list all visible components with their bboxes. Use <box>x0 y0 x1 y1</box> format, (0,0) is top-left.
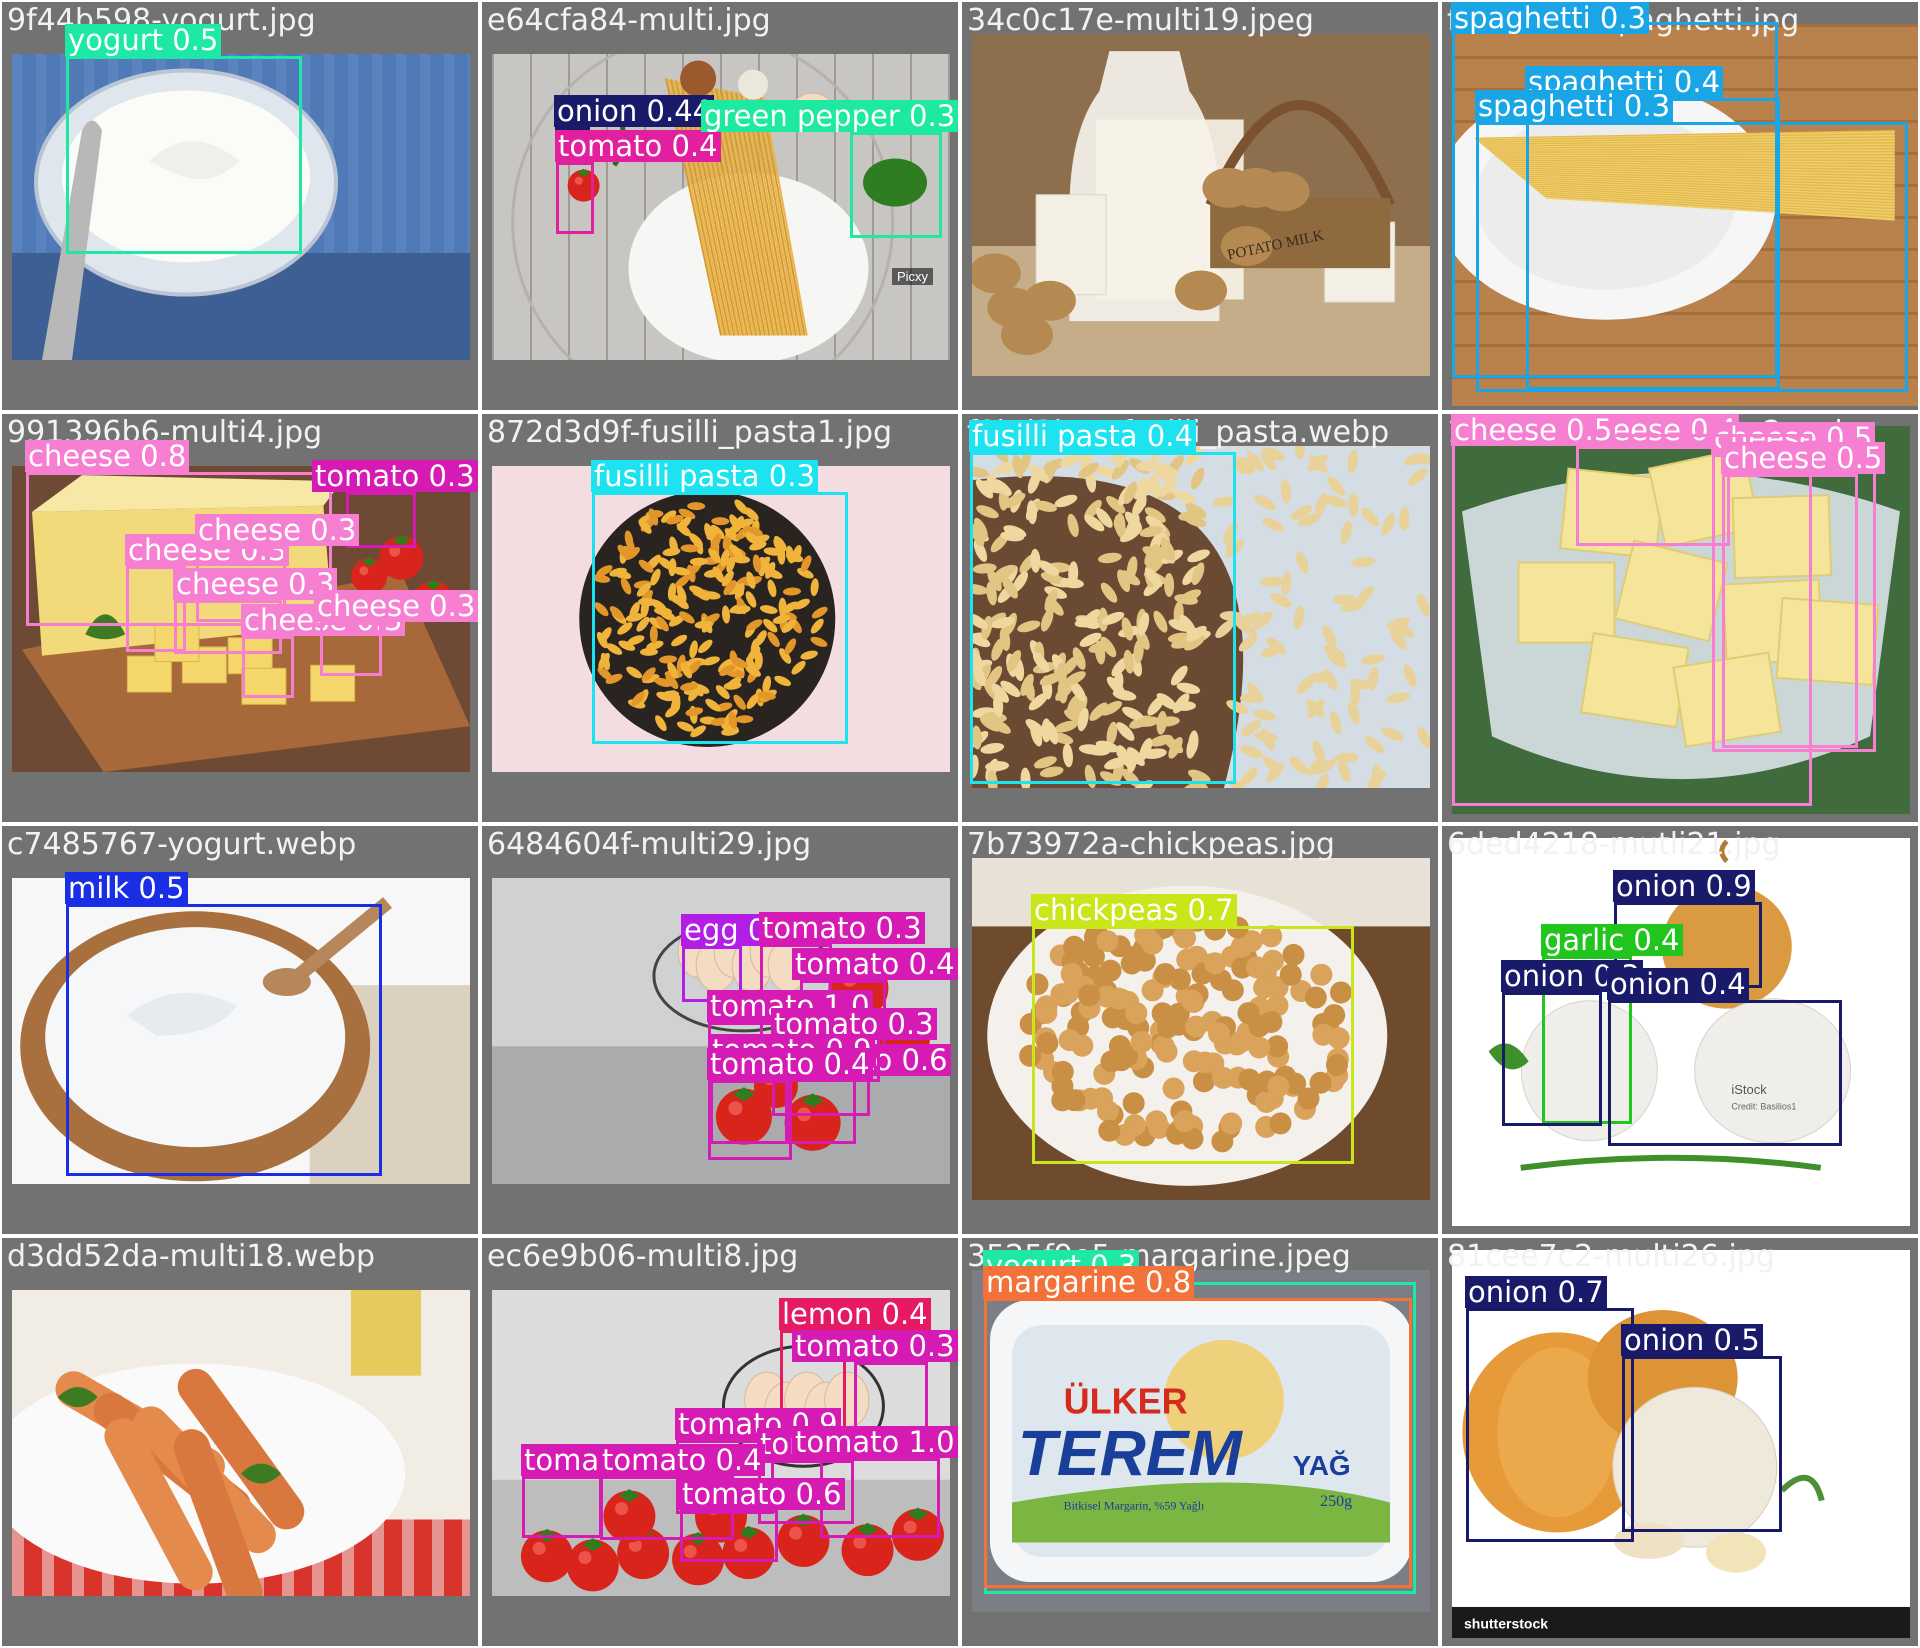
detection-box <box>984 1298 1412 1588</box>
image-tile: 7b73972a-chickpeas.jpg chickpeas 0.7 <box>962 826 1438 1234</box>
detection-label: cheese 0.3 <box>314 590 478 622</box>
image-tile: 1c602d19-margarine2.webpcheese 0.4cheese… <box>1442 414 1918 822</box>
tile-filename: ec6e9b06-multi8.jpg <box>487 1242 798 1272</box>
detection-box <box>1502 992 1602 1126</box>
image-tile: f0bd3b77-fusilli_pasta.webpfusilli pasta… <box>962 414 1438 822</box>
tile-filename: 7b73972a-chickpeas.jpg <box>967 830 1335 860</box>
detection-label: cheese 0.3 <box>173 568 337 600</box>
detection-label: spaghetti 0.3 <box>1451 2 1649 34</box>
detection-label: tomato 0.3 <box>312 460 478 492</box>
tile-filename: e64cfa84-multi.jpg <box>487 6 771 36</box>
detection-label: tomato 0.6 <box>679 1478 845 1510</box>
shutterstock-watermark: shutterstock <box>1464 1615 1548 1631</box>
image-tile: 872d3d9f-fusilli_pasta1.jpgfusilli pasta… <box>482 414 958 822</box>
tile-filename: 34c0c17e-multi19.jpeg <box>967 6 1314 36</box>
tile-photo <box>12 1290 470 1596</box>
detection-label: tomato 0.3 <box>759 912 925 944</box>
tile-filename: 81cee7c2-multi26.jpg <box>1447 1242 1775 1272</box>
picxy-watermark: Picxy <box>892 268 933 285</box>
image-tile: ÜLKER TEREM YAĞ Bitkisel Margarin, %59 Yağl… <box>962 1238 1438 1646</box>
image-tile: POTATO MILK 34c0c17e-multi19.jpeg <box>962 2 1438 410</box>
tile-photo: POTATO MILK <box>972 34 1430 376</box>
image-tile: 6484604f-multi29.jpg egg 0.3 tomato 0.3 tom… <box>482 826 958 1234</box>
detection-label: onion 0.7 <box>1465 1276 1607 1308</box>
image-tile: fb5d99d8-spaghetti.jpgspaghetti 0.3spagh… <box>1442 2 1918 410</box>
tile-filename: 6484604f-multi29.jpg <box>487 830 811 860</box>
detection-box <box>680 1510 778 1562</box>
detection-label: green pepper 0.3 <box>701 100 958 132</box>
detection-box <box>1608 1000 1842 1146</box>
detection-label: tomato 0.4 <box>707 1048 873 1080</box>
image-tile: shutterstock 81cee7c2-multi26.jpg onion 0.… <box>1442 1238 1918 1646</box>
detection-label: tomato 0.4 <box>792 948 958 980</box>
detection-box <box>850 132 942 238</box>
tile-filename: 6ded4218-mutli21.jpg <box>1447 830 1781 860</box>
detection-box <box>592 492 848 744</box>
detection-label: fusilli pasta 0.3 <box>591 460 818 492</box>
detection-label: margarine 0.8 <box>983 1266 1194 1298</box>
image-tile: 991396b6-multi4.jpg cheese 0.8 tomato 0.3 c… <box>2 414 478 822</box>
image-tile: d3dd52da-multi18.webp <box>2 1238 478 1646</box>
detection-label: tomato 0.3 <box>792 1330 958 1362</box>
tile-filename: c7485767-yogurt.webp <box>7 830 356 860</box>
detection-label: tomato 0.4 <box>599 1444 765 1476</box>
tile-filename: d3dd52da-multi18.webp <box>7 1242 375 1272</box>
detection-label: onion 0.4 <box>1607 968 1749 1000</box>
detection-label: lemon 0.4 <box>779 1298 931 1330</box>
detection-label: yogurt 0.5 <box>65 24 221 56</box>
detection-box <box>970 452 1236 784</box>
detection-label: chickpeas 0.7 <box>1031 894 1237 926</box>
tile-filename: 872d3d9f-fusilli_pasta1.jpg <box>487 418 892 448</box>
detection-label: cheese 0.3 <box>195 514 359 546</box>
detection-label: cheese 0.8 <box>25 440 189 472</box>
detection-box <box>1032 926 1354 1164</box>
detection-label: fusilli pasta 0.4 <box>969 420 1196 452</box>
detection-label: tomato 0.4 <box>555 130 721 162</box>
detection-label: spaghetti 0.3 <box>1475 90 1673 122</box>
detection-grid: 9f44b598-yogurt.jpg yogurt 0.5 Picxy e64cfa… <box>0 0 1920 1648</box>
detection-box <box>66 56 302 254</box>
detection-box <box>66 904 382 1176</box>
detection-box <box>1466 1308 1634 1542</box>
detection-label: onion 0.44 <box>554 95 714 127</box>
image-tile: ec6e9b06-multi8.jpg lemon 0.4 tomato 0.3 to… <box>482 1238 958 1646</box>
detection-box <box>1452 434 1812 806</box>
detection-box <box>708 1080 792 1160</box>
image-tile: c7485767-yogurt.webp milk 0.5 <box>2 826 478 1234</box>
detection-label: tomato 1.0 <box>792 1426 958 1458</box>
image-tile: 9f44b598-yogurt.jpg yogurt 0.5 <box>2 2 478 410</box>
detection-label: onion 0.5 <box>1621 1324 1763 1356</box>
detection-label: milk 0.5 <box>65 872 188 904</box>
detection-label: onion 0.9 <box>1613 870 1755 902</box>
detection-box <box>1476 122 1908 392</box>
detection-box <box>522 1476 602 1538</box>
detection-box <box>320 622 382 676</box>
detection-box <box>242 636 294 698</box>
image-tile: iStock Credit: Basilios1 6ded4218-mutli21.… <box>1442 826 1918 1234</box>
detection-label: garlic 0.4 <box>1541 924 1683 956</box>
image-tile: Picxy e64cfa84-multi.jpg onion 0.44 tomato … <box>482 2 958 410</box>
detection-box <box>1622 1356 1782 1532</box>
detection-label: cheese 0.5 <box>1451 414 1615 446</box>
detection-box <box>556 162 594 234</box>
